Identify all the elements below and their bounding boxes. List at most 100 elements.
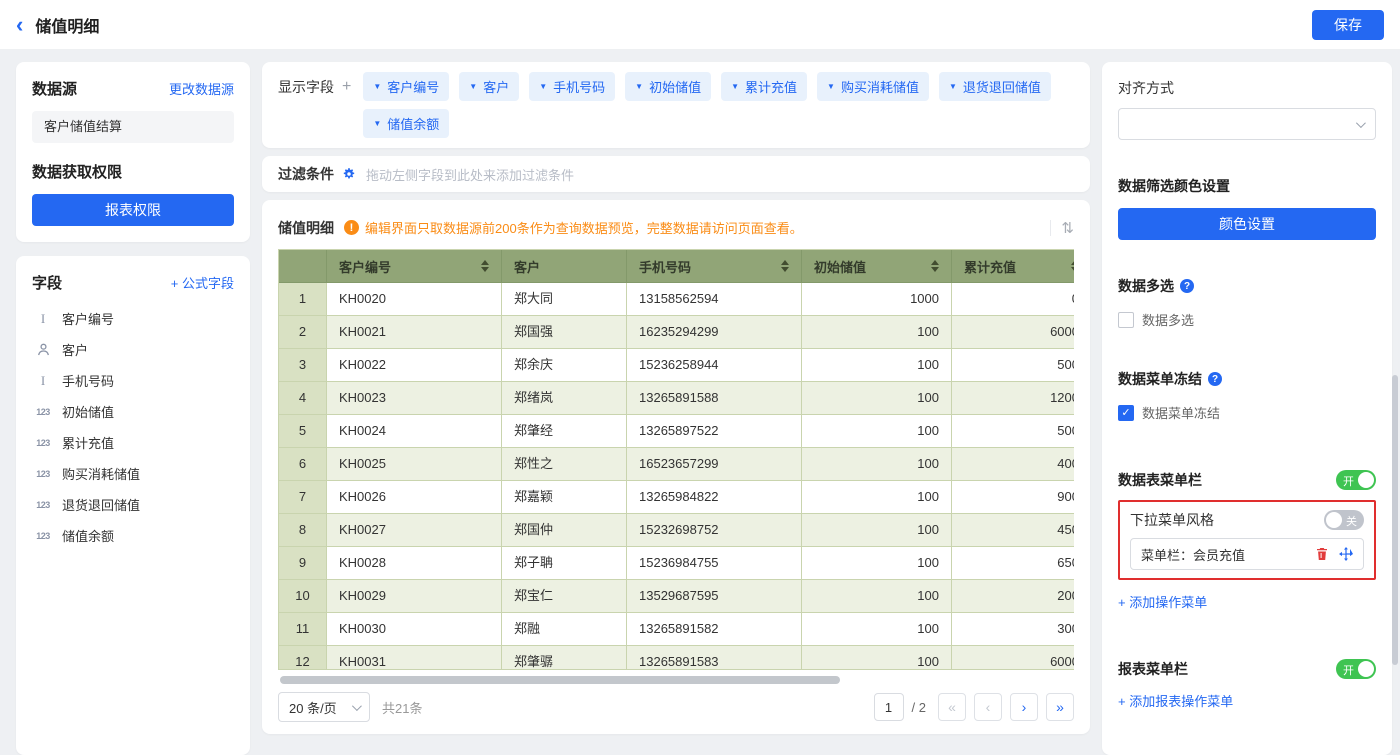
table-row[interactable]: 6KH0025郑性之16523657299100400 (279, 448, 1074, 481)
align-label: 对齐方式 (1118, 78, 1376, 98)
sort-icon[interactable] (931, 260, 939, 272)
table-cell: KH0023 (327, 382, 502, 415)
move-icon[interactable] (1339, 547, 1353, 561)
table-row[interactable]: 8KH0027郑国仲15232698752100450 (279, 514, 1074, 547)
sort-icon[interactable] (781, 260, 789, 272)
display-field-chip[interactable]: ▼累计充值 (721, 72, 807, 101)
add-menu-link[interactable]: + 添加操作菜单 (1118, 592, 1207, 611)
sort-icon[interactable] (481, 260, 489, 272)
help-icon[interactable]: ? (1208, 372, 1222, 386)
menu-item-row[interactable]: 菜单栏：会员充值 (1130, 538, 1364, 570)
column-header[interactable]: 手机号码 (627, 250, 802, 283)
page-scrollbar[interactable] (1392, 375, 1398, 665)
main-content: 显示字段 + ▼客户编号▼客户▼手机号码▼初始储值▼累计充值▼购买消耗储值▼退货… (262, 62, 1090, 734)
menu-freeze-checkbox-row[interactable]: ✓ 数据菜单冻结 (1118, 403, 1376, 422)
field-list: I客户编号客户 I手机号码123初始储值123累计充值123购买消耗储值123退货… (32, 303, 234, 551)
table-cell: 13265897522 (627, 415, 802, 448)
table-cell: 0 (952, 283, 1074, 316)
help-icon[interactable]: ? (1180, 279, 1194, 293)
table-cell: KH0029 (327, 580, 502, 613)
back-icon[interactable]: ‹ (16, 14, 23, 36)
field-item[interactable]: 123储值余额 (32, 520, 234, 551)
toggle-on-label: 开 (1343, 473, 1354, 489)
report-permission-button[interactable]: 报表权限 (32, 194, 234, 226)
sort-icon[interactable] (1071, 260, 1074, 272)
chevron-down-icon: ▼ (373, 82, 381, 91)
table-cell: 郑大同 (502, 283, 627, 316)
gear-icon[interactable] (342, 167, 356, 181)
column-header[interactable]: 客户 (502, 250, 627, 283)
column-header[interactable]: 客户编号 (327, 250, 502, 283)
menu-freeze-checkbox[interactable]: ✓ (1118, 405, 1134, 421)
table-row[interactable]: 5KH0024郑肇经13265897522100500 (279, 415, 1074, 448)
left-sidebar: 数据源 更改数据源 客户储值结算 数据获取权限 报表权限 字段 + 公式字段 I… (16, 62, 250, 755)
field-label: 客户 (62, 340, 88, 359)
add-report-menu-link[interactable]: + 添加报表操作菜单 (1118, 691, 1233, 710)
table-row[interactable]: 9KH0028郑子聃15236984755100650 (279, 547, 1074, 580)
field-item[interactable]: 客户 (32, 334, 234, 365)
column-header[interactable]: 累计充值 (952, 250, 1074, 283)
table-row[interactable]: 10KH0029郑宝仁13529687595100200 (279, 580, 1074, 613)
multi-select-checkbox-row[interactable]: 数据多选 (1118, 310, 1376, 329)
field-item[interactable]: 123初始储值 (32, 396, 234, 427)
display-field-chip[interactable]: ▼储值余额 (363, 109, 449, 138)
display-field-chip[interactable]: ▼手机号码 (529, 72, 615, 101)
table-row[interactable]: 1KH0020郑大同1315856259410000 (279, 283, 1074, 316)
save-button[interactable]: 保存 (1312, 10, 1384, 40)
chevron-down-icon: ▼ (949, 82, 957, 91)
multi-select-checkbox[interactable] (1118, 312, 1134, 328)
display-field-chip[interactable]: ▼客户编号 (363, 72, 449, 101)
table-header-row: 客户编号客户手机号码初始储值累计充值 (279, 250, 1074, 283)
table-body: 1KH0020郑大同13158562594100002KH0021郑国强1623… (279, 283, 1074, 670)
formula-field-link[interactable]: + 公式字段 (171, 273, 234, 292)
dropdown-style-toggle[interactable]: 关 (1324, 510, 1364, 530)
page-size-select[interactable]: 20 条/页 (278, 692, 370, 722)
row-number: 1 (279, 283, 327, 316)
delete-icon[interactable] (1315, 547, 1329, 561)
first-page-button[interactable]: « (938, 693, 966, 721)
table-menu-toggle[interactable]: 开 (1336, 470, 1376, 490)
table-row[interactable]: 11KH0030郑融13265891582100300 (279, 613, 1074, 646)
report-menu-toggle[interactable]: 开 (1336, 659, 1376, 679)
add-display-field-button[interactable]: + (342, 79, 351, 95)
field-item[interactable]: 123退货退回储值 (32, 489, 234, 520)
table-row[interactable]: 7KH0026郑嘉颖13265984822100900 (279, 481, 1074, 514)
change-datasource-link[interactable]: 更改数据源 (169, 79, 234, 98)
next-page-button[interactable]: › (1010, 693, 1038, 721)
color-settings-button[interactable]: 颜色设置 (1118, 208, 1376, 240)
align-select[interactable] (1118, 108, 1376, 140)
page-size-value: 20 条/页 (289, 698, 337, 717)
row-number: 6 (279, 448, 327, 481)
display-field-chip[interactable]: ▼客户 (459, 72, 519, 101)
table-cell: 100 (802, 316, 952, 349)
sort-order-icon[interactable]: ⇅ (1061, 219, 1074, 237)
fields-title: 字段 (32, 272, 62, 293)
table-cell: 900 (952, 481, 1074, 514)
filter-placeholder[interactable]: 拖动左侧字段到此处来添加过滤条件 (366, 165, 574, 184)
prev-page-button[interactable]: ‹ (974, 693, 1002, 721)
display-field-chip[interactable]: ▼退货退回储值 (939, 72, 1051, 101)
table-cell: 6000 (952, 646, 1074, 670)
table-row[interactable]: 3KH0022郑余庆15236258944100500 (279, 349, 1074, 382)
horizontal-scrollbar[interactable] (280, 676, 840, 684)
field-item[interactable]: 123购买消耗储值 (32, 458, 234, 489)
display-field-chip[interactable]: ▼初始储值 (625, 72, 711, 101)
chip-label: 储值余额 (387, 114, 439, 133)
page-number-input[interactable]: 1 (874, 693, 904, 721)
field-item[interactable]: I客户编号 (32, 303, 234, 334)
table-cell: 100 (802, 646, 952, 670)
field-item[interactable]: I手机号码 (32, 365, 234, 396)
person-icon (32, 343, 54, 356)
last-page-button[interactable]: » (1046, 693, 1074, 721)
table-row[interactable]: 4KH0023郑绪岚132658915881001200 (279, 382, 1074, 415)
field-item[interactable]: 123累计充值 (32, 427, 234, 458)
field-label: 手机号码 (62, 371, 114, 390)
table-row[interactable]: 12KH0031郑肇骣132658915831006000 (279, 646, 1074, 670)
table-row[interactable]: 2KH0021郑国强162352942991006000 (279, 316, 1074, 349)
display-field-chip[interactable]: ▼购买消耗储值 (817, 72, 929, 101)
datasource-name[interactable]: 客户储值结算 (32, 111, 234, 143)
column-header[interactable]: 初始储值 (802, 250, 952, 283)
table-cell: 13529687595 (627, 580, 802, 613)
table-cell: 16523657299 (627, 448, 802, 481)
data-table: 客户编号客户手机号码初始储值累计充值 1KH0020郑大同13158562594… (278, 249, 1074, 670)
